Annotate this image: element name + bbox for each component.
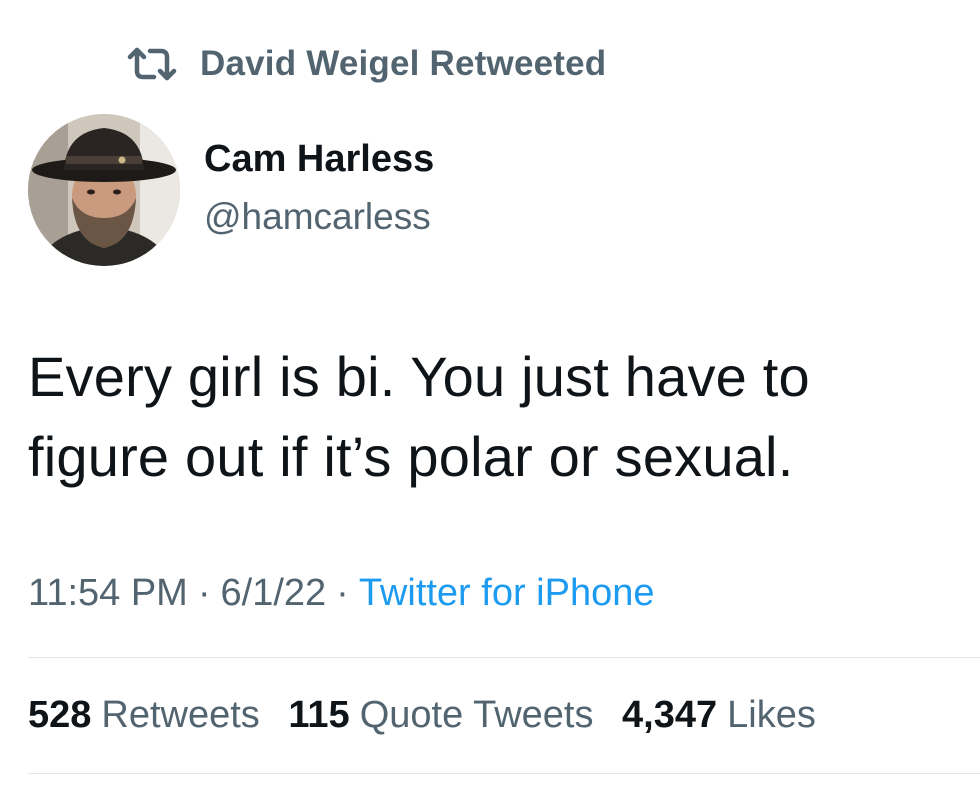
retweets-label: Retweets — [101, 694, 260, 736]
quote-tweets-label: Quote Tweets — [359, 694, 594, 736]
quote-tweets-count: 115 — [288, 694, 350, 736]
tweet-time[interactable]: 11:54 PM — [28, 572, 188, 614]
meta-separator: · — [197, 572, 211, 614]
retweeted-by-link[interactable]: David Weigel Retweeted — [200, 44, 606, 84]
divider — [28, 657, 980, 658]
tweet-date[interactable]: 6/1/22 — [221, 572, 327, 614]
author-handle[interactable]: @hamcarless — [204, 196, 431, 238]
tweet-text: Every girl is bi. You just have to figur… — [28, 337, 958, 497]
tweet-text-line: figure out if it’s polar or sexual. — [28, 425, 794, 488]
tweet-text-line: Every girl is bi. You just have to — [28, 345, 810, 408]
likes-label: Likes — [727, 694, 816, 736]
author-name[interactable]: Cam Harless — [204, 138, 434, 181]
divider — [28, 773, 980, 774]
retweet-context: David Weigel Retweeted — [126, 40, 606, 88]
quote-tweets-stat[interactable]: 115 Quote Tweets — [288, 694, 593, 736]
retweet-icon — [126, 46, 178, 82]
tweet-stats: 528 Retweets 115 Quote Tweets 4,347 Likes — [28, 694, 816, 737]
tweet-source-link[interactable]: Twitter for iPhone — [359, 572, 655, 614]
likes-count: 4,347 — [622, 694, 718, 736]
tweet-meta: 11:54 PM · 6/1/22 · Twitter for iPhone — [28, 572, 655, 615]
meta-separator: · — [336, 572, 349, 614]
likes-stat[interactable]: 4,347 Likes — [622, 694, 816, 736]
retweets-count: 528 — [28, 694, 92, 736]
avatar[interactable] — [28, 114, 180, 266]
retweets-stat[interactable]: 528 Retweets — [28, 694, 260, 736]
